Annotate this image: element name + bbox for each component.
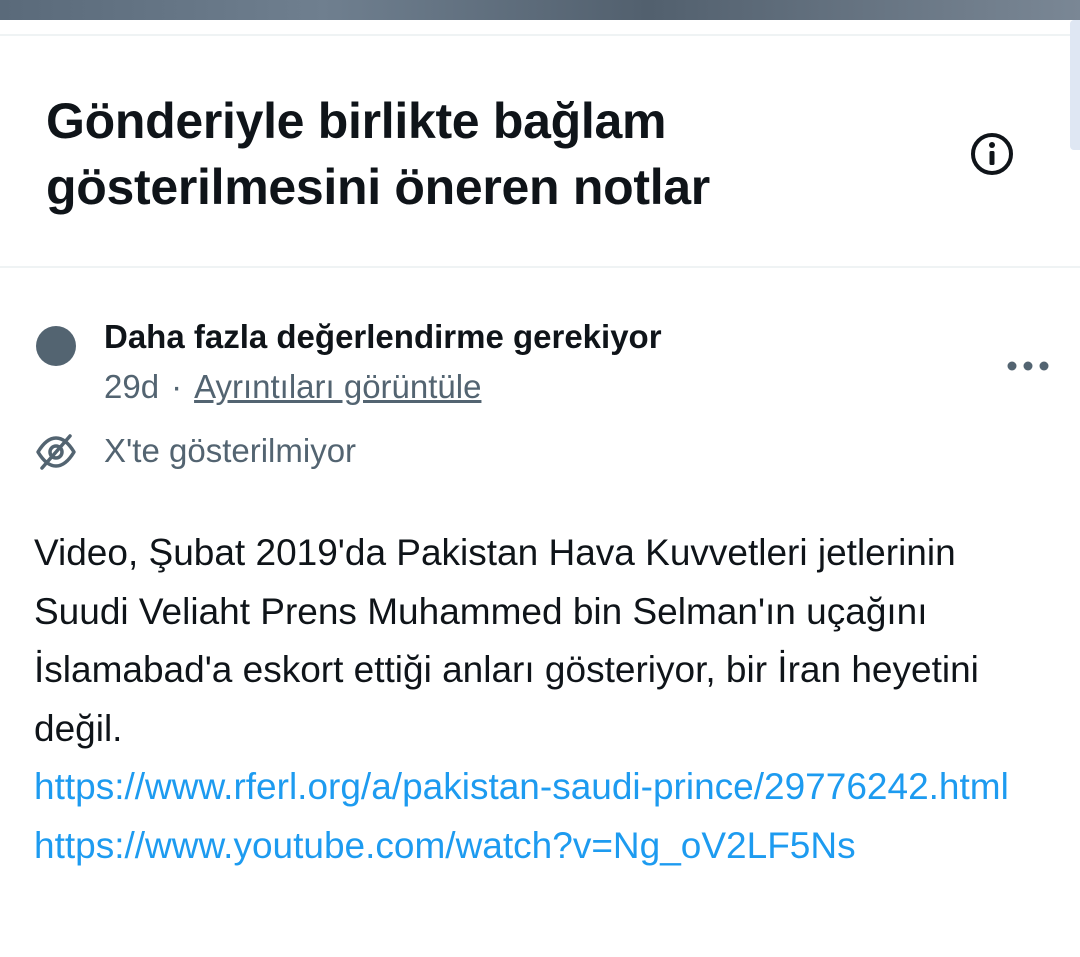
top-image-strip: [0, 0, 1080, 20]
info-button[interactable]: [968, 130, 1016, 178]
meta-separator: ·: [171, 368, 183, 405]
visibility-row: X'te gösterilmiyor: [34, 430, 734, 474]
info-circle-icon: [971, 133, 1013, 175]
eye-off-icon: [34, 432, 78, 472]
top-divider: [0, 20, 1080, 36]
notes-header: Gönderiyle birlikte bağlam gösterilmesin…: [0, 36, 1080, 268]
page-title: Gönderiyle birlikte bağlam gösterilmesin…: [46, 93, 710, 215]
note-text: Video, Şubat 2019'da Pakistan Hava Kuvve…: [34, 532, 979, 749]
more-options-button[interactable]: [1000, 346, 1056, 386]
view-details-link[interactable]: Ayrıntıları görüntüle: [194, 368, 481, 405]
note-meta: 29d · Ayrıntıları görüntüle: [104, 368, 481, 406]
source-link-youtube[interactable]: https://www.youtube.com/watch?v=Ng_oV2LF…: [34, 817, 1044, 876]
note-age: 29d: [104, 368, 160, 405]
note-status: Daha fazla değerlendirme gerekiyor: [104, 318, 662, 355]
more-horizontal-icon: [1007, 361, 1049, 371]
note-body: Video, Şubat 2019'da Pakistan Hava Kuvve…: [34, 524, 1044, 875]
visibility-text: X'te gösterilmiyor: [104, 432, 357, 469]
source-link-rferl[interactable]: https://www.rferl.org/a/pakistan-saudi-p…: [34, 758, 1044, 817]
status-indicator: [36, 326, 76, 366]
